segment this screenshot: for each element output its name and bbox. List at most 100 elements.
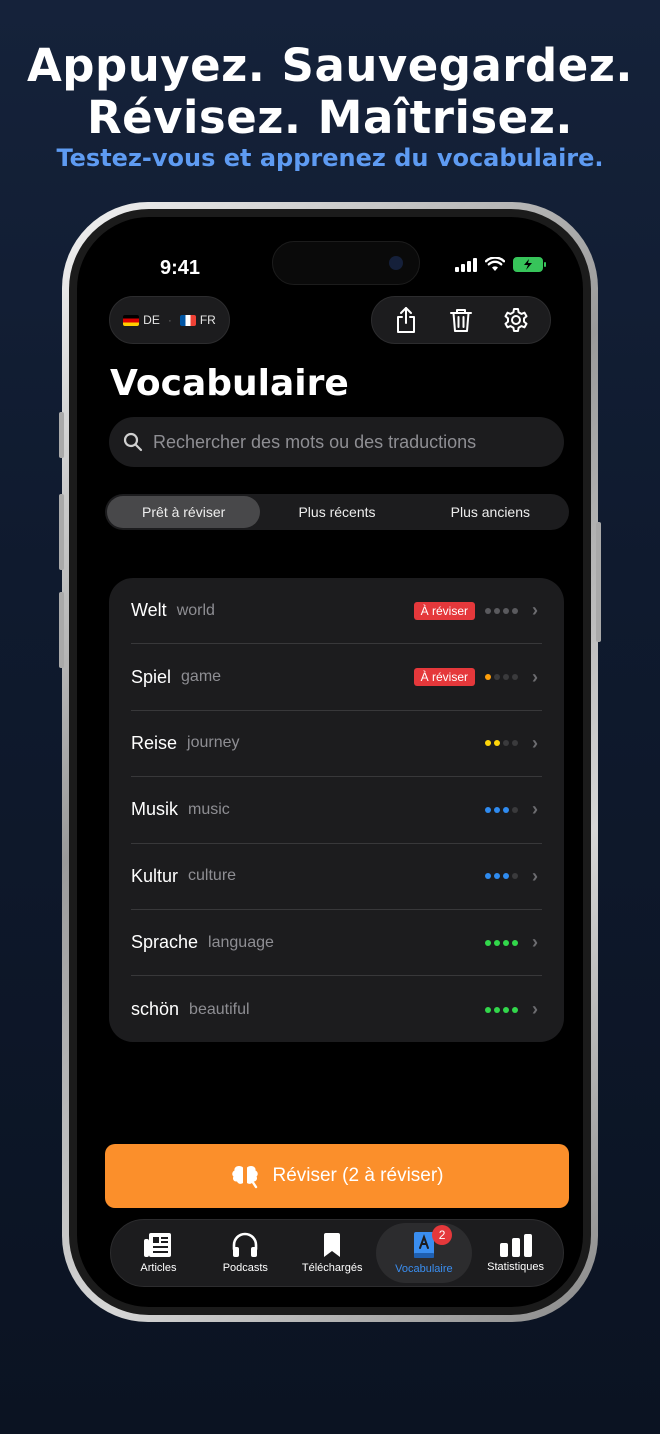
mastery-dot [503,674,509,681]
bookmark-icon [324,1233,341,1257]
headphones-icon [233,1232,258,1257]
mastery-dot [485,674,491,681]
tab-downloads[interactable]: Téléchargés [289,1223,376,1283]
volume-down-button [59,592,64,668]
vocab-word: Spiel [131,666,172,687]
tab-statistics[interactable]: Statistiques [472,1223,559,1283]
review-button[interactable]: Réviser (2 à réviser) [105,1144,569,1208]
share-button[interactable] [386,300,426,340]
list-item[interactable]: Sprache language › [131,910,542,977]
chevron-right-icon: › [532,666,538,687]
mastery-dot [485,873,491,880]
mastery-dot [512,674,518,681]
vocab-translation: world [176,601,215,619]
newspaper-icon [144,1233,172,1257]
vocab-word: Reise [131,732,178,753]
mastery-dot [512,607,518,614]
sort-segmented-control: Prêt à réviser Plus récents Plus anciens [105,494,569,530]
tab-articles[interactable]: Articles [115,1223,202,1283]
battery-icon [513,257,546,272]
mastery-dot [494,806,500,813]
review-button-label: Réviser (2 à réviser) [272,1165,444,1186]
mastery-dot [503,1006,509,1013]
mastery-dot [494,1006,500,1013]
vocab-translation: game [181,668,222,686]
mastery-level-indicator [485,939,518,946]
mastery-dot [485,607,491,614]
chevron-right-icon: › [532,932,538,953]
mastery-dot [494,873,500,880]
list-item[interactable]: Spiel game À réviser › [131,644,542,711]
vocab-translation: culture [188,867,237,885]
vocab-translation: language [208,933,274,951]
mastery-dot [494,939,500,946]
promo-headline-line1: Appuyez. Sauvegardez. [26,39,634,92]
status-time: 9:41 [160,257,201,279]
chevron-right-icon: › [532,732,538,753]
vocab-word: Sprache [131,932,199,953]
vocabulary-list: Welt world À réviser › Spiel game À réviser › Re… [109,578,564,1042]
mastery-dot [485,939,491,946]
tab-bar: Articles Podcasts Téléchargés Vocabulair… [110,1219,564,1287]
search-placeholder: Rechercher des mots ou des traductions [153,431,477,452]
mastery-dot [485,1006,491,1013]
mastery-level-indicator [485,607,518,614]
list-item[interactable]: Kultur culture › [131,844,542,910]
gear-icon [504,308,528,332]
chevron-right-icon: › [532,865,538,886]
mastery-dot [485,806,491,813]
page-title: Vocabulaire [110,363,349,404]
france-flag-icon [179,315,196,327]
list-item[interactable]: Welt world À réviser › [131,578,542,645]
tab-vocabulary[interactable]: Vocabulaire 2 [375,1223,473,1283]
app-screen: 9:41 DE · FR Vocabulaire Rechercher des … [77,217,583,1307]
mastery-dot [485,740,491,747]
tab-label: Vocabulaire [395,1263,453,1275]
language-switcher[interactable]: DE · FR [109,296,230,344]
list-item[interactable]: schön beautiful › [131,976,542,1042]
header-actions [371,296,551,344]
review-due-badge: À réviser [413,668,475,687]
segment-ready-to-review[interactable]: Prêt à réviser [107,496,261,528]
list-item[interactable]: Reise journey › [131,711,542,778]
mastery-dot [503,873,509,880]
tab-label: Podcasts [222,1262,268,1274]
segment-oldest[interactable]: Plus anciens [414,496,567,528]
mastery-level-indicator [485,806,518,813]
list-item[interactable]: Musik music › [131,777,542,844]
review-due-badge: À réviser [413,601,475,620]
tab-podcasts[interactable]: Podcasts [202,1223,289,1283]
promo-subtitle: Testez-vous et apprenez du vocabulaire. [56,144,604,172]
chevron-right-icon: › [532,999,538,1020]
delete-button[interactable] [441,300,481,340]
tab-label: Téléchargés [301,1262,363,1274]
vocab-word: Kultur [131,865,179,886]
search-input[interactable]: Rechercher des mots ou des traductions [109,417,564,467]
mastery-dot [494,674,500,681]
settings-button[interactable] [496,300,536,340]
wifi-icon [485,257,505,271]
mastery-dot [512,939,518,946]
mastery-level-indicator [485,873,518,880]
tab-label: Statistiques [487,1261,545,1273]
vocab-translation: journey [187,734,240,752]
mastery-level-indicator [485,740,518,747]
mastery-dot [503,939,509,946]
mastery-dot [503,806,509,813]
brain-icon [232,1166,259,1189]
dynamic-island [272,241,420,285]
tab-label: Articles [140,1262,177,1274]
chevron-right-icon: › [532,799,538,820]
promo-headline: Appuyez. Sauvegardez. Révisez. Maîtrisez… [0,40,660,144]
search-icon [123,432,143,452]
cellular-signal-icon [455,257,477,272]
mastery-dot [503,740,509,747]
vocab-translation: beautiful [189,1000,250,1018]
segment-most-recent[interactable]: Plus récents [260,496,413,528]
germany-flag-icon [123,315,140,327]
mastery-dot [512,1006,518,1013]
status-icons [455,257,546,272]
mastery-level-indicator [485,1006,518,1013]
bar-chart-icon [499,1234,532,1257]
mastery-level-indicator [485,674,518,681]
